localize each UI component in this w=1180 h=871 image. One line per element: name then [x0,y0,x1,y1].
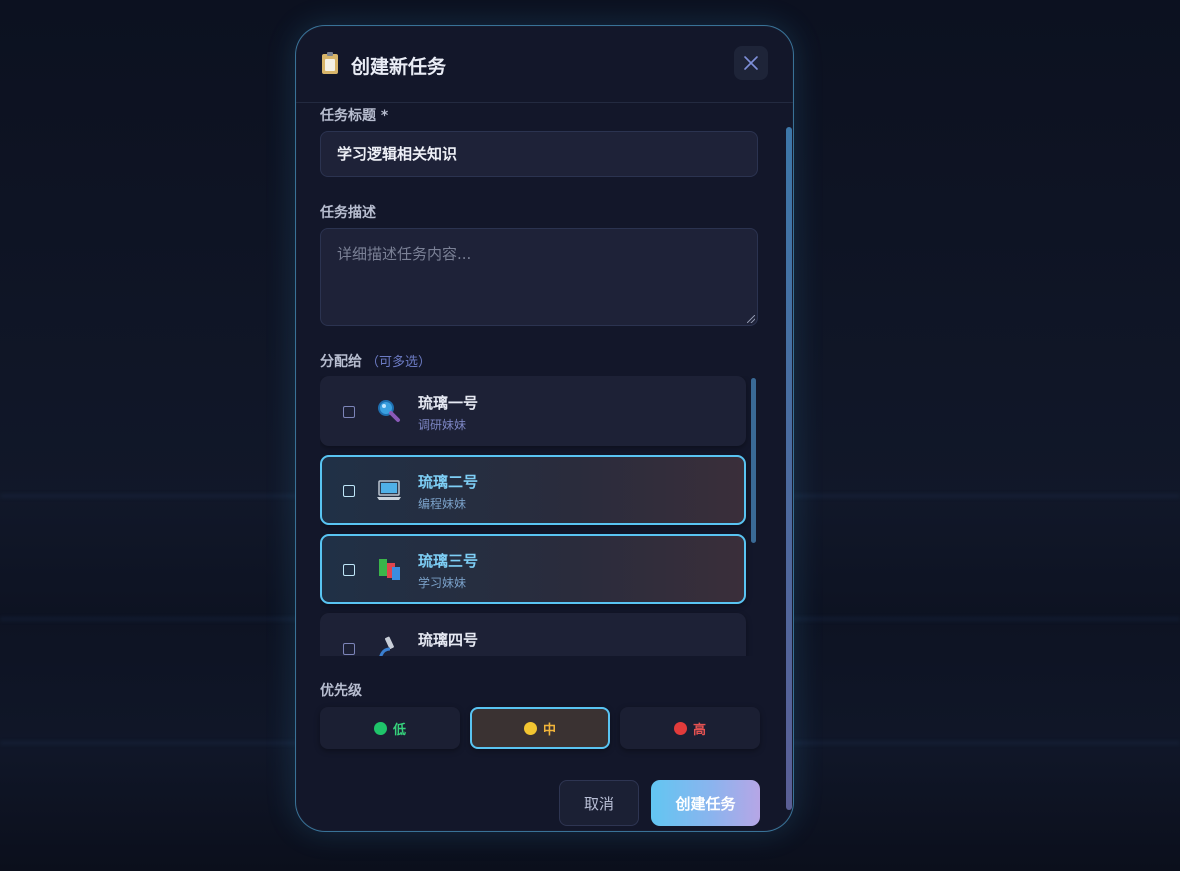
assignee-list: 琉璃一号 调研妹妹 琉璃二号 编程妹妹 琉璃三号 学习妹妹 琉璃四号 [320,376,756,656]
dialog-header: 创建新任务 [296,26,793,103]
assignee-checkbox[interactable] [343,406,355,418]
assignee-list-scrollbar[interactable] [751,378,756,543]
close-button[interactable] [734,46,768,80]
assignee-item[interactable]: 琉璃一号 调研妹妹 [320,376,746,446]
priority-high-button[interactable]: 高 [620,707,760,749]
assignee-item[interactable]: 琉璃二号 编程妹妹 [320,455,746,525]
assignee-role: 学习妹妹 [418,576,467,590]
red-dot-icon [673,721,687,735]
close-icon [744,56,758,70]
green-dot-icon [373,721,387,735]
priority-medium-button[interactable]: 中 [470,707,610,749]
priority-label: 优先级 [320,683,362,699]
dialog-scrollbar[interactable] [786,127,792,810]
books-icon [376,556,402,582]
assignee-checkbox[interactable] [343,485,355,497]
magnifier-icon [376,398,402,424]
task-title-input[interactable]: 学习逻辑相关知识 [320,131,758,177]
laptop-icon [376,477,402,503]
assignee-role: 编程妹妹 [418,497,467,511]
resize-handle[interactable] [747,315,755,323]
assignee-name: 琉璃二号 [418,473,479,491]
assignee-item[interactable]: 琉璃三号 学习妹妹 [320,534,746,604]
assignee-name: 琉璃四号 [418,631,479,649]
description-placeholder: 详细描述任务内容... [337,245,472,263]
cancel-button[interactable]: 取消 [559,780,639,826]
dialog-title: 创建新任务 [351,56,447,78]
assign-label: 分配给 （可多选） [320,351,431,371]
task-description-textarea[interactable]: 详细描述任务内容... [320,228,758,326]
assignee-item[interactable]: 琉璃四号 [320,613,746,656]
priority-label-text: 高 [692,722,706,738]
priority-label-text: 中 [542,722,556,738]
priority-low-button[interactable]: 低 [320,707,460,749]
assignee-checkbox[interactable] [343,564,355,576]
assign-label-text: 分配给 [320,354,362,370]
microscope-icon [376,635,402,656]
create-task-dialog: 创建新任务 任务标题 * 学习逻辑相关知识 任务描述 详细描述任务内容... 分… [295,25,794,832]
task-description-label: 任务描述 [320,205,376,221]
clipboard-icon [322,52,338,74]
yellow-dot-icon [523,721,537,735]
assignee-checkbox[interactable] [343,643,355,655]
create-task-button[interactable]: 创建任务 [651,780,760,826]
assignee-role: 调研妹妹 [418,418,467,432]
assign-hint: （可多选） [366,355,432,370]
priority-label-text: 低 [392,722,406,738]
task-title-label: 任务标题 * [320,108,389,124]
assignee-name: 琉璃三号 [418,552,479,570]
assignee-name: 琉璃一号 [418,394,479,412]
